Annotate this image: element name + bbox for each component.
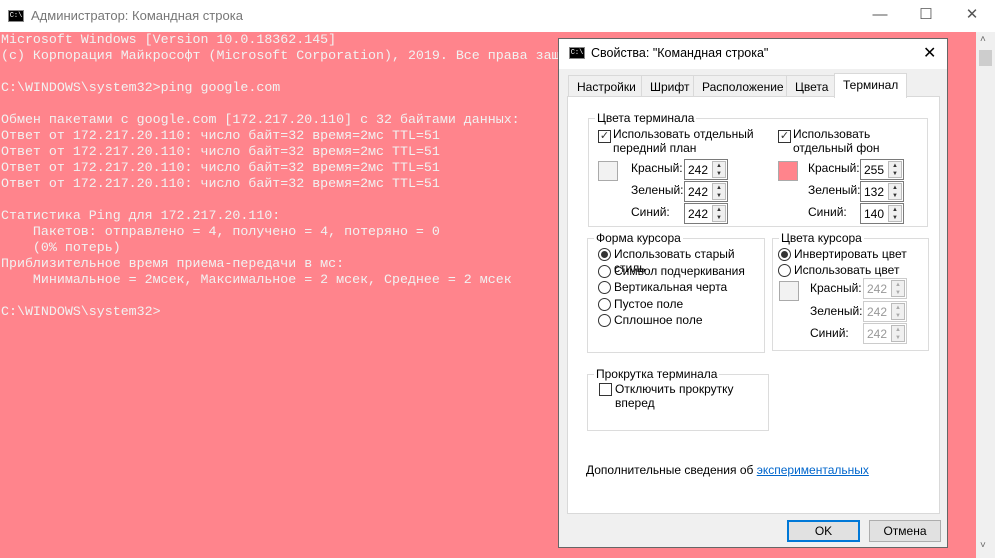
- tab-colors[interactable]: Цвета: [786, 75, 838, 97]
- scroll-up-icon[interactable]: ˄: [980, 34, 986, 45]
- fg-blue-label: Синий:: [631, 205, 670, 219]
- group-label: Цвета курсора: [779, 231, 864, 245]
- fg-blue-spinner[interactable]: 242 ▲ ▼: [684, 203, 728, 224]
- experimental-link[interactable]: экспериментальных: [757, 463, 869, 477]
- terminal-colors-group: Цвета терминала ✓ Использовать отдельный…: [588, 111, 928, 227]
- window-title: Администратор: Командная строка: [31, 8, 243, 23]
- maximize-button[interactable]: ☐: [903, 0, 949, 32]
- separate-background-checkbox[interactable]: ✓: [778, 130, 791, 143]
- invert-color-radio[interactable]: [778, 248, 791, 261]
- cursor-red-spinner: 242 ▲ ▼: [863, 278, 907, 299]
- bg-green-spinner[interactable]: 132 ▲ ▼: [860, 181, 904, 202]
- title-bar: C:\ Администратор: Командная строка — ☐ …: [0, 0, 995, 32]
- group-label: Прокрутка терминала: [594, 367, 720, 381]
- cursor-shape-radio[interactable]: [598, 281, 611, 294]
- separate-background-label: Использовать отдельный фон: [793, 127, 880, 155]
- dialog-title-bar: C:\ Свойства: "Командная строка" ✕: [559, 39, 947, 69]
- cursor-colors-group: Цвета курсора Инвертировать цвет Использ…: [772, 231, 929, 351]
- cmd-icon: C:\: [569, 47, 585, 59]
- cursor-green-label: Зеленый:: [810, 304, 863, 318]
- cursor-blue-spinner: 242 ▲ ▼: [863, 323, 907, 344]
- tab-font[interactable]: Шрифт: [641, 75, 699, 97]
- scroll-down-icon[interactable]: ˅: [980, 540, 986, 551]
- ok-button[interactable]: OK: [787, 520, 860, 542]
- disable-scroll-forward-label: Отключить прокрутку вперед: [615, 382, 734, 410]
- dialog-close-button[interactable]: ✕: [923, 43, 936, 63]
- separate-foreground-label: Использовать отдельный передний план: [613, 127, 754, 155]
- cursor-shape-group: Форма курсора Использовать старый стиль С…: [587, 231, 765, 353]
- dialog-title: Свойства: "Командная строка": [591, 46, 769, 60]
- tab-layout[interactable]: Расположение: [693, 75, 793, 97]
- bg-red-label: Красный:: [808, 161, 860, 175]
- cursor-red-label: Красный:: [810, 281, 862, 295]
- fg-red-spinner[interactable]: 242 ▲ ▼: [684, 159, 728, 180]
- scrollbar-thumb[interactable]: [979, 50, 992, 66]
- close-button[interactable]: ✕: [949, 0, 995, 32]
- cursor-blue-label: Синий:: [810, 326, 849, 340]
- bg-blue-label: Синий:: [808, 205, 847, 219]
- vertical-scrollbar[interactable]: ˄ ˅: [976, 32, 995, 558]
- cmd-icon: C:\: [8, 10, 24, 22]
- bg-red-spinner[interactable]: 255 ▲ ▼: [860, 159, 904, 180]
- cancel-button[interactable]: Отмена: [869, 520, 941, 542]
- foreground-swatch[interactable]: [598, 161, 618, 181]
- tab-terminal[interactable]: Терминал: [834, 73, 908, 98]
- terminal-tab-panel: Цвета терминала ✓ Использовать отдельный…: [567, 96, 940, 514]
- cursor-shape-radio[interactable]: [598, 248, 611, 261]
- bg-green-label: Зеленый:: [808, 183, 861, 197]
- minimize-button[interactable]: —: [857, 0, 903, 32]
- terminal-scrolling-group: Прокрутка терминала Отключить прокрутку …: [587, 367, 769, 431]
- info-text: Дополнительные сведения об экспериментал…: [586, 463, 869, 477]
- use-color-label: Использовать цвет: [794, 263, 900, 277]
- cursor-shape-label: Сплошное поле: [614, 313, 703, 327]
- cursor-shape-radio[interactable]: [598, 264, 611, 278]
- properties-dialog: C:\ Свойства: "Командная строка" ✕ Настр…: [558, 38, 948, 548]
- group-label: Цвета терминала: [595, 111, 697, 125]
- fg-green-label: Зеленый:: [631, 183, 684, 197]
- cursor-shape-radio[interactable]: [598, 297, 611, 311]
- fg-green-spinner[interactable]: 242 ▲ ▼: [684, 181, 728, 202]
- disable-scroll-forward-checkbox[interactable]: [599, 383, 612, 396]
- use-color-radio[interactable]: [778, 264, 791, 277]
- background-swatch[interactable]: [778, 161, 798, 181]
- tab-settings[interactable]: Настройки: [568, 75, 645, 97]
- group-label: Форма курсора: [594, 231, 683, 245]
- cursor-shape-radio[interactable]: [598, 314, 611, 327]
- cursor-shape-label: Пустое поле: [614, 296, 684, 311]
- cursor-shape-label: Вертикальная черта: [614, 280, 728, 294]
- fg-red-label: Красный:: [631, 161, 683, 175]
- cursor-shape-label: Символ подчеркивания: [614, 263, 745, 278]
- bg-blue-spinner[interactable]: 140 ▲ ▼: [860, 203, 904, 224]
- invert-color-label: Инвертировать цвет: [794, 247, 907, 261]
- cursor-color-swatch: [779, 281, 799, 301]
- separate-foreground-checkbox[interactable]: ✓: [598, 130, 611, 143]
- cursor-green-spinner: 242 ▲ ▼: [863, 301, 907, 322]
